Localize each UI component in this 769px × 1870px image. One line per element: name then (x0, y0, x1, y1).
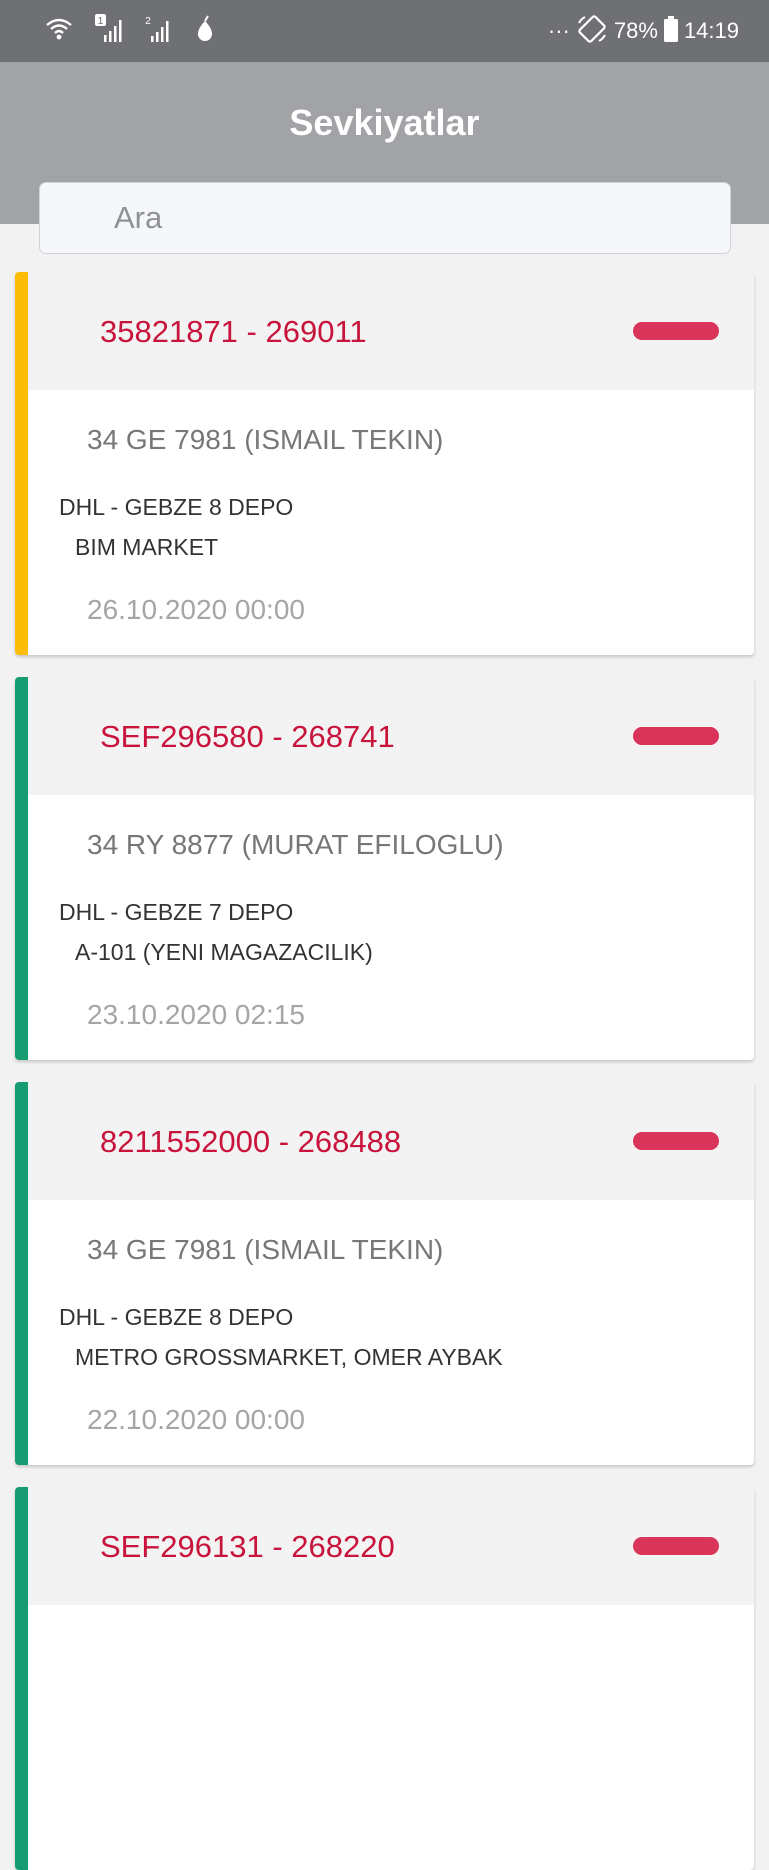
shipment-date: 23.10.2020 02:15 (87, 999, 305, 1030)
shipment-card[interactable]: SEF296131 - 268220 (15, 1487, 754, 1870)
status-bar-indicator (15, 1082, 28, 1465)
page-title: Sevkiyatlar (289, 102, 480, 143)
depot-name: DHL - GEBZE 7 DEPO (59, 899, 294, 925)
depot-name: DHL - GEBZE 8 DEPO (59, 1304, 294, 1330)
card-header: SEF296131 - 268220 (28, 1487, 754, 1605)
shipment-code: SEF296580 - 268741 (100, 719, 395, 754)
notification-drop-icon (194, 14, 216, 49)
search-input[interactable]: Ara (39, 182, 731, 254)
shipment-date: 22.10.2020 00:00 (87, 1404, 305, 1435)
status-bar-indicator (15, 677, 28, 1060)
status-bar-right: ··· 78% 14:19 (542, 14, 739, 49)
shipment-card[interactable]: 35821871 - 269011 34 GE 7981 (ISMAIL TEK… (15, 272, 754, 655)
shipment-card[interactable]: 8211552000 - 268488 34 GE 7981 (ISMAIL T… (15, 1082, 754, 1465)
wifi-icon (44, 14, 74, 49)
vehicle-plate: 34 GE 7981 (ISMAIL TEKIN) (87, 424, 444, 455)
status-pill (633, 322, 719, 340)
shipment-card[interactable]: SEF296580 - 268741 34 RY 8877 (MURAT EFI… (15, 677, 754, 1060)
vehicle-plate: 34 RY 8877 (MURAT EFILOGLU) (87, 829, 504, 860)
status-bar-left: 1 2 (44, 13, 236, 49)
status-pill (633, 727, 719, 745)
customer-name: METRO GROSSMARKET, OMER AYBAK (75, 1344, 503, 1370)
status-pill (633, 1132, 719, 1150)
more-dots-icon: ··· (547, 18, 570, 43)
sim2-signal-icon: 2 (144, 14, 174, 49)
shipment-code: 8211552000 - 268488 (100, 1124, 402, 1159)
card-header: 35821871 - 269011 (28, 272, 754, 390)
battery-icon (663, 15, 678, 47)
shipment-date: 26.10.2020 00:00 (87, 594, 305, 625)
status-pill (633, 1537, 719, 1555)
shipment-code: 35821871 - 269011 (100, 314, 367, 349)
depot-name: DHL - GEBZE 8 DEPO (59, 494, 294, 520)
clock: 14:19 (683, 18, 739, 43)
customer-name: BIM MARKET (75, 534, 219, 560)
sim1-signal-icon: 1 (94, 13, 124, 49)
card-header: SEF296580 - 268741 (28, 677, 754, 795)
status-bar: 1 2 ··· 78% 14:19 (0, 0, 769, 62)
card-header: 8211552000 - 268488 (28, 1082, 754, 1200)
customer-name: A-101 (YENI MAGAZACILIK) (75, 939, 373, 965)
vehicle-plate: 34 GE 7981 (ISMAIL TEKIN) (87, 1234, 444, 1265)
shipment-code: SEF296131 - 268220 (100, 1529, 395, 1564)
battery-percent: 78% (613, 18, 658, 43)
sim1-label: 1 (98, 16, 104, 27)
rotation-icon (576, 14, 608, 49)
status-bar-indicator (15, 272, 28, 655)
status-bar-indicator (15, 1487, 28, 1870)
sim2-label: 2 (145, 16, 151, 27)
